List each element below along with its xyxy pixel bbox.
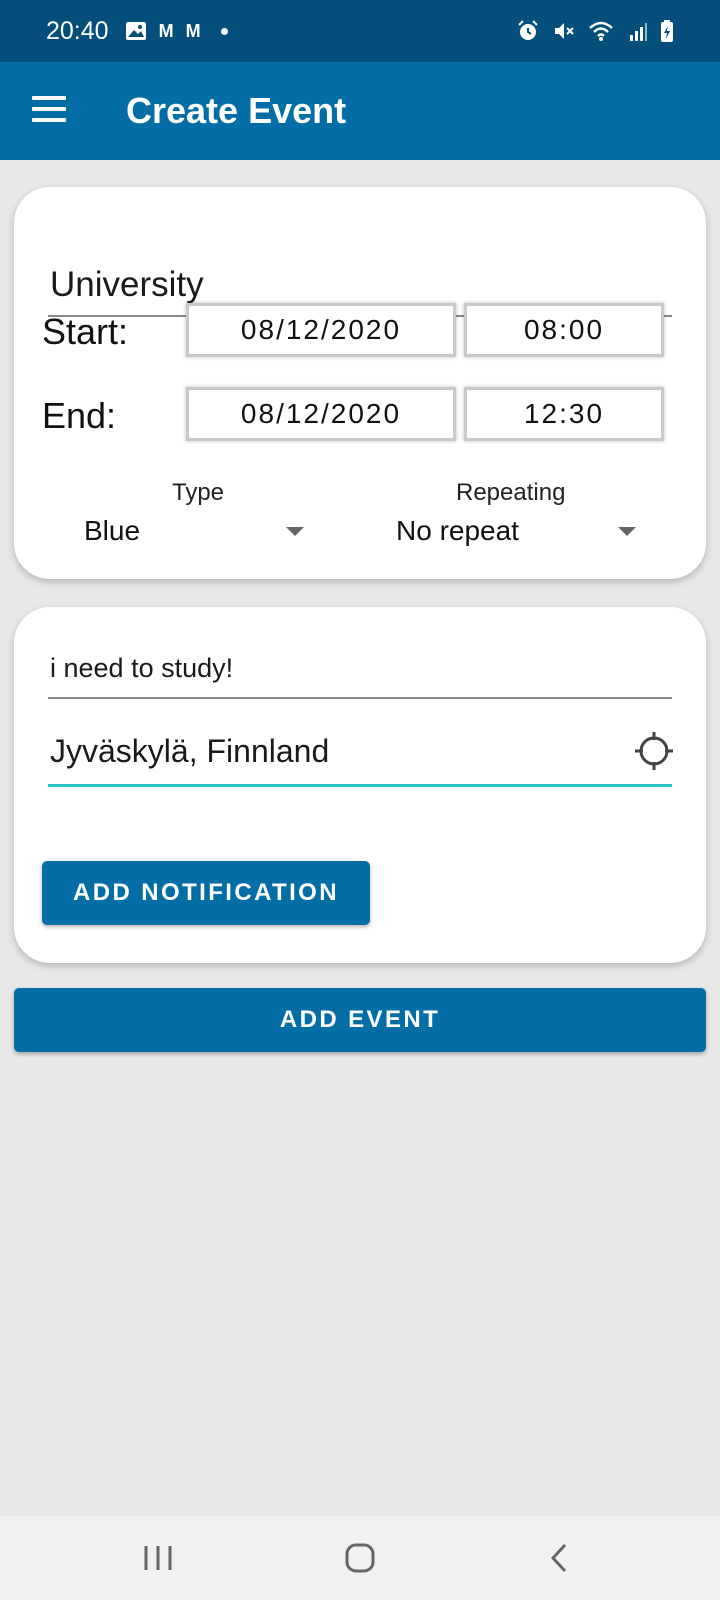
status-left: 20:40 M M bbox=[46, 17, 228, 46]
signal-icon bbox=[626, 19, 648, 43]
battery-icon bbox=[660, 19, 674, 43]
alarm-icon bbox=[516, 19, 540, 43]
mute-icon bbox=[552, 19, 576, 43]
menu-icon[interactable] bbox=[32, 96, 66, 124]
caret-down-icon bbox=[286, 526, 304, 536]
app-bar: Create Event bbox=[0, 62, 720, 160]
description-value: i need to study! bbox=[50, 653, 234, 683]
navigation-bar bbox=[0, 1516, 720, 1600]
page-title: Create Event bbox=[126, 90, 347, 131]
end-date-picker[interactable]: 08/12/2020 bbox=[186, 387, 456, 441]
back-icon[interactable] bbox=[540, 1538, 580, 1578]
status-time: 20:40 bbox=[46, 16, 109, 45]
image-icon bbox=[125, 21, 147, 41]
crosshair-icon[interactable] bbox=[634, 731, 674, 771]
wifi-icon bbox=[588, 20, 614, 42]
status-right bbox=[516, 19, 674, 43]
start-time-picker[interactable]: 08:00 bbox=[464, 303, 664, 357]
event-card: University Start: 08/12/2020 08:00 End: … bbox=[14, 187, 706, 579]
location-input[interactable]: Jyväskylä, Finnland bbox=[48, 729, 672, 787]
recents-icon[interactable] bbox=[138, 1538, 178, 1578]
caret-down-icon bbox=[618, 526, 636, 536]
start-label: Start: bbox=[42, 311, 129, 352]
type-value: Blue bbox=[84, 515, 141, 546]
gmail-icon: M bbox=[158, 20, 174, 41]
end-label: End: bbox=[42, 395, 117, 436]
add-event-button[interactable]: ADD EVENT bbox=[14, 988, 706, 1052]
end-time-picker[interactable]: 12:30 bbox=[464, 387, 664, 441]
type-dropdown[interactable]: Blue bbox=[84, 509, 304, 553]
repeating-label: Repeating bbox=[456, 479, 566, 506]
description-input[interactable]: i need to study! bbox=[48, 643, 672, 699]
repeating-value: No repeat bbox=[396, 515, 519, 546]
gmail-icon: M bbox=[185, 20, 201, 41]
add-notification-button[interactable]: ADD NOTIFICATION bbox=[42, 861, 370, 925]
status-bar: 20:40 M M bbox=[0, 0, 720, 62]
details-card: i need to study! Jyväskylä, Finnland ADD… bbox=[14, 607, 706, 963]
home-icon[interactable] bbox=[340, 1538, 380, 1578]
type-label: Type bbox=[172, 479, 225, 506]
event-title-value: University bbox=[50, 265, 204, 304]
location-value: Jyväskylä, Finnland bbox=[50, 733, 330, 769]
repeating-dropdown[interactable]: No repeat bbox=[396, 509, 636, 553]
start-date-picker[interactable]: 08/12/2020 bbox=[186, 303, 456, 357]
dot-icon bbox=[220, 27, 228, 35]
